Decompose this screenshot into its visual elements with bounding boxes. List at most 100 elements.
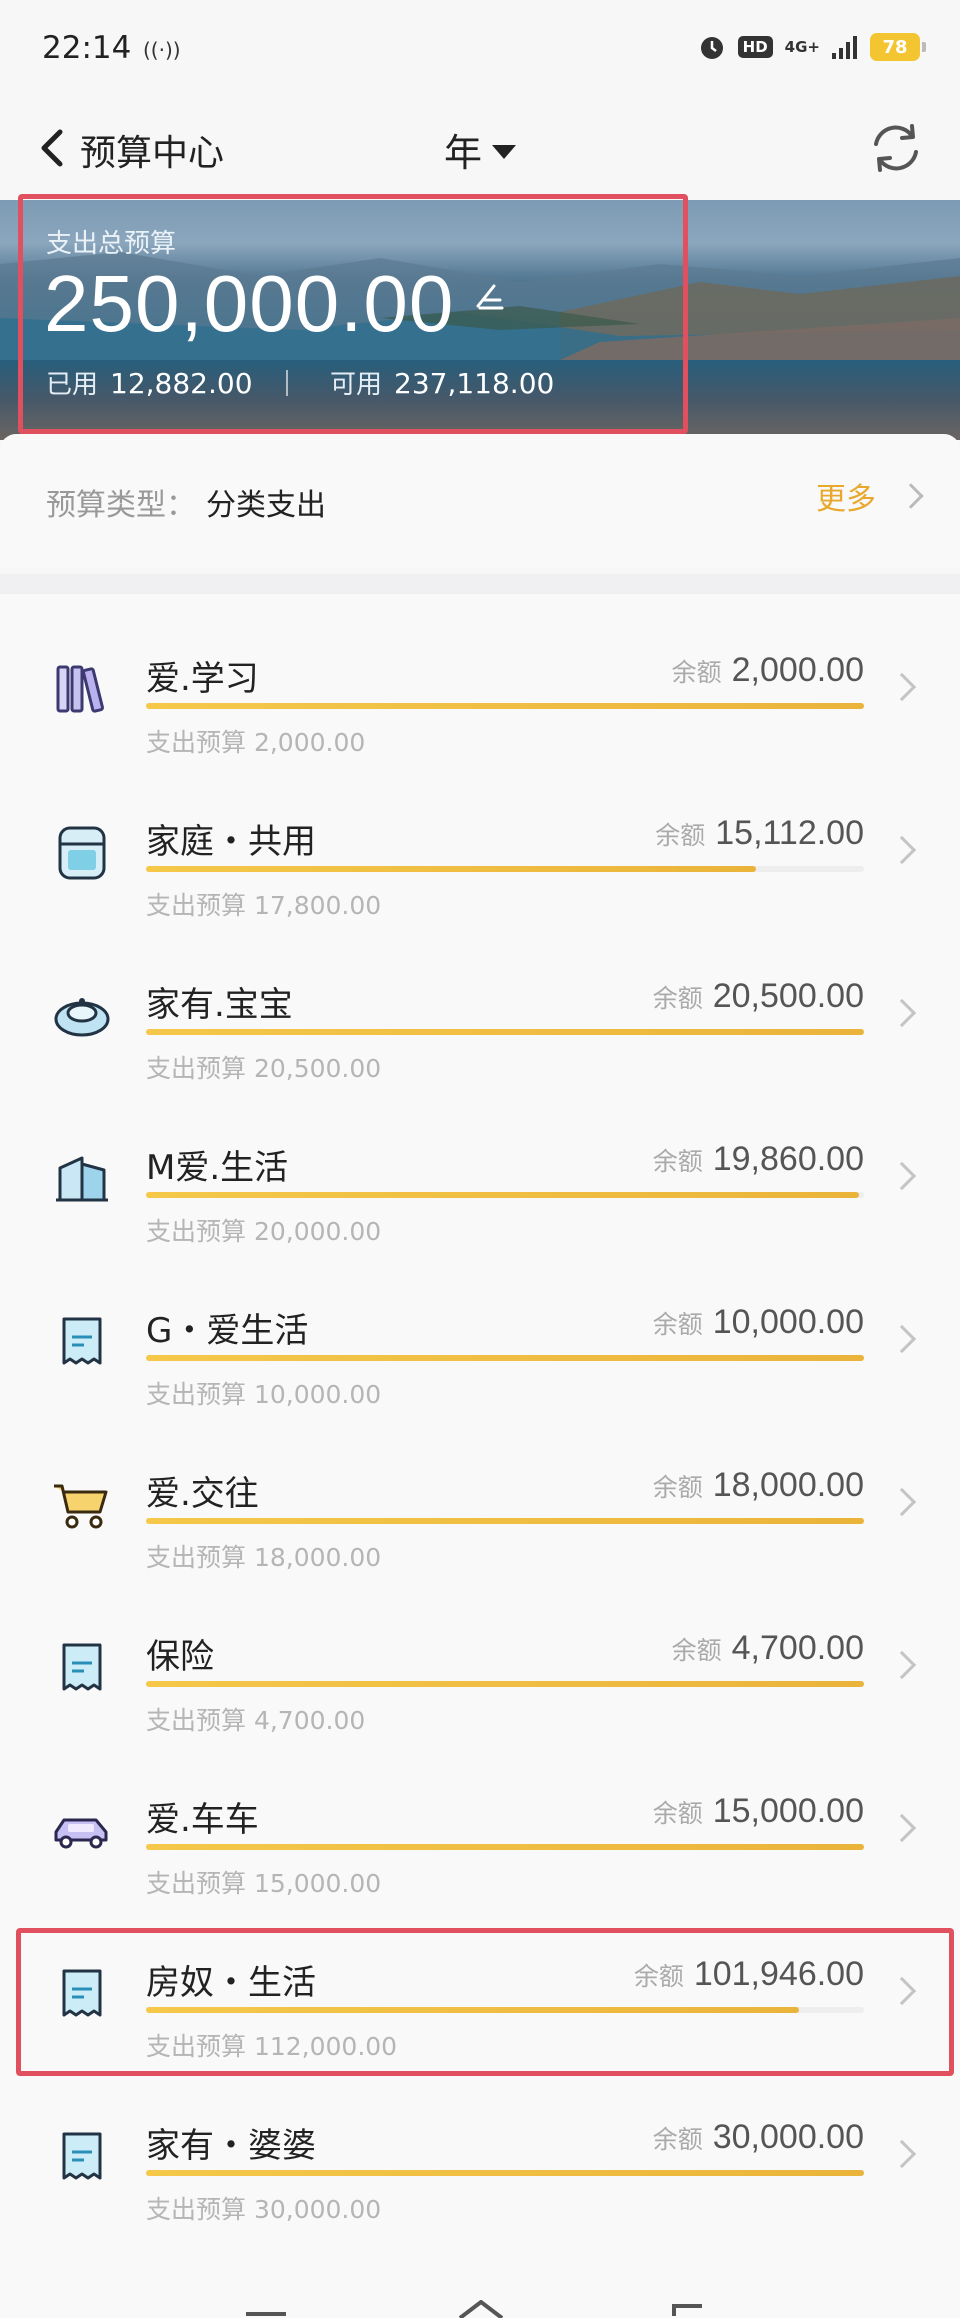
budget-item[interactable]: 家有・婆婆 余额 30,000.00 支出预算 30,000.00 bbox=[0, 2068, 960, 2231]
receipt-icon bbox=[62, 2132, 102, 2180]
item-remaining: 余额 19,860.00 bbox=[653, 1140, 864, 1179]
remaining-value: 20,500.00 bbox=[712, 977, 864, 1015]
battery-icon: 78 bbox=[870, 33, 926, 61]
banner-divider bbox=[286, 370, 288, 396]
chevron-right-icon bbox=[887, 1976, 917, 2006]
budget-item[interactable]: 爱.车车 余额 15,000.00 支出预算 15,000.00 bbox=[0, 1742, 960, 1905]
remaining-label: 余额 bbox=[671, 1636, 722, 1665]
receipt-icon bbox=[62, 1317, 102, 1365]
refresh-icon[interactable] bbox=[862, 114, 930, 182]
remaining-label: 余额 bbox=[655, 821, 706, 850]
budget-item[interactable]: 家庭・共用 余额 15,112.00 支出预算 17,800.00 bbox=[0, 764, 960, 927]
progress-bar bbox=[146, 1355, 864, 1361]
budget-item[interactable]: 爱.交往 余额 18,000.00 支出预算 18,000.00 bbox=[0, 1416, 960, 1579]
nfc-signal-icon: ((·)) bbox=[143, 38, 181, 62]
progress-fill bbox=[146, 1029, 864, 1035]
chevron-right-icon bbox=[887, 1813, 917, 1843]
chevron-right-icon bbox=[887, 1650, 917, 1680]
budget-item[interactable]: 家有.宝宝 余额 20,500.00 支出预算 20,500.00 bbox=[0, 927, 960, 1090]
budget-item[interactable]: 房奴・生活 余额 101,946.00 支出预算 112,000.00 bbox=[0, 1905, 960, 2068]
car-icon bbox=[54, 1818, 108, 1849]
chevron-right-icon bbox=[887, 2139, 917, 2169]
budget-item[interactable]: 保险 余额 4,700.00 支出预算 4,700.00 bbox=[0, 1579, 960, 1742]
progress-bar bbox=[146, 2007, 864, 2013]
section-divider bbox=[0, 574, 960, 594]
budget-item[interactable]: 爱.学习 余额 2,000.00 支出预算 2,000.00 bbox=[0, 601, 960, 764]
progress-fill bbox=[146, 703, 864, 709]
progress-fill bbox=[146, 1518, 864, 1524]
building-icon bbox=[56, 1156, 108, 1202]
remaining-label: 余额 bbox=[633, 1962, 684, 1991]
status-time: 22:14 bbox=[42, 30, 132, 66]
remaining-label: 余额 bbox=[652, 984, 703, 1013]
edit-pen-icon[interactable] bbox=[466, 276, 510, 320]
item-remaining: 余额 15,000.00 bbox=[653, 1792, 864, 1831]
item-name: 爱.交往 bbox=[146, 1474, 259, 1514]
progress-fill bbox=[146, 866, 756, 872]
caret-down-icon bbox=[492, 144, 517, 159]
progress-bar bbox=[146, 1192, 864, 1198]
item-name: 爱.车车 bbox=[146, 1800, 259, 1840]
progress-fill bbox=[146, 2007, 800, 2013]
budget-item[interactable]: G・爱生活 余额 10,000.00 支出预算 10,000.00 bbox=[0, 1253, 960, 1416]
item-name: 家有.宝宝 bbox=[146, 985, 293, 1025]
progress-fill bbox=[146, 1681, 864, 1687]
remaining-value: 18,000.00 bbox=[712, 1466, 864, 1504]
remaining-value: 2,000.00 bbox=[731, 651, 864, 689]
chevron-right-icon bbox=[887, 672, 917, 702]
remaining-label: 余额 bbox=[652, 1473, 703, 1502]
item-name: G・爱生活 bbox=[146, 1311, 309, 1351]
item-remaining: 余额 2,000.00 bbox=[672, 651, 864, 690]
status-icons: HD 4G+ 78 bbox=[698, 32, 926, 62]
budget-category-list: 爱.学习 余额 2,000.00 支出预算 2,000.00 家庭・共用 余额 15,112… bbox=[0, 594, 960, 2318]
chevron-right-icon bbox=[887, 998, 917, 1028]
item-name: 房奴・生活 bbox=[146, 1963, 316, 2003]
item-budget: 支出预算 15,000.00 bbox=[146, 1869, 382, 1898]
progress-bar bbox=[146, 1844, 864, 1850]
item-budget: 支出预算 4,700.00 bbox=[146, 1706, 366, 1735]
chevron-right-icon bbox=[887, 1487, 917, 1517]
back-nav-icon[interactable] bbox=[668, 2300, 708, 2318]
total-budget-amount: 250,000.00 bbox=[44, 259, 455, 348]
remaining-value: 19,860.00 bbox=[712, 1140, 864, 1178]
item-budget: 支出预算 20,500.00 bbox=[146, 1054, 382, 1083]
remaining-value: 10,000.00 bbox=[712, 1303, 864, 1341]
network-badge: 4G+ bbox=[784, 38, 820, 56]
item-remaining: 余额 10,000.00 bbox=[653, 1303, 864, 1342]
used-label: 已用 bbox=[46, 370, 99, 400]
more-button[interactable]: 更多 bbox=[816, 474, 924, 518]
budget-type-row: 预算类型： 分类支出 更多 bbox=[0, 434, 960, 568]
item-remaining: 余额 4,700.00 bbox=[672, 1629, 864, 1668]
available-value: 237,118.00 bbox=[394, 367, 555, 400]
item-budget: 支出预算 18,000.00 bbox=[146, 1543, 382, 1572]
item-budget: 支出预算 112,000.00 bbox=[146, 2032, 398, 2061]
item-budget: 支出预算 30,000.00 bbox=[146, 2195, 382, 2224]
page-title[interactable]: 预算中心 bbox=[80, 124, 224, 176]
home-nav-icon[interactable] bbox=[456, 2300, 506, 2318]
system-nav-bar bbox=[0, 2290, 960, 2318]
remaining-label: 余额 bbox=[652, 1147, 703, 1176]
item-budget: 支出预算 2,000.00 bbox=[146, 728, 366, 757]
item-budget: 支出预算 10,000.00 bbox=[146, 1380, 382, 1409]
item-remaining: 余额 30,000.00 bbox=[653, 2118, 864, 2157]
more-label: 更多 bbox=[816, 482, 876, 517]
item-name: 爱.学习 bbox=[146, 659, 259, 699]
progress-bar bbox=[146, 1029, 864, 1035]
chevron-right-icon bbox=[887, 835, 917, 865]
remaining-value: 15,112.00 bbox=[715, 814, 864, 852]
item-name: 家有・婆婆 bbox=[146, 2126, 316, 2166]
total-budget-label: 支出总预算 bbox=[46, 229, 177, 259]
budget-type-label: 预算类型： bbox=[46, 488, 196, 523]
remaining-value: 15,000.00 bbox=[712, 1792, 864, 1830]
item-budget: 支出预算 17,800.00 bbox=[146, 891, 382, 920]
used-amount: 已用 12,882.00 bbox=[46, 364, 253, 401]
chevron-right-icon bbox=[887, 1161, 917, 1191]
menu-nav-icon[interactable] bbox=[246, 2300, 286, 2318]
status-bar: 22:14 ((·)) HD 4G+ 78 bbox=[0, 0, 960, 100]
remaining-value: 101,946.00 bbox=[693, 1955, 864, 1993]
baby-cap-icon bbox=[54, 998, 110, 1037]
period-label: 年 bbox=[444, 131, 483, 175]
budget-item[interactable]: M爱.生活 余额 19,860.00 支出预算 20,000.00 bbox=[0, 1090, 960, 1253]
progress-fill bbox=[146, 1192, 859, 1198]
period-dropdown[interactable]: 年 bbox=[444, 122, 517, 177]
